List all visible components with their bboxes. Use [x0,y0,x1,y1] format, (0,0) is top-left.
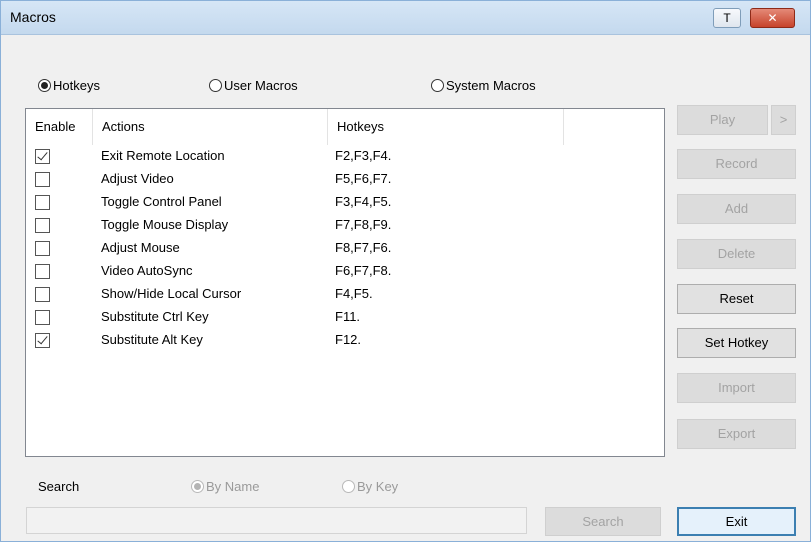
window-title: Macros [10,9,56,25]
export-button[interactable]: Export [677,419,796,449]
enable-checkbox[interactable] [35,287,50,302]
radio-system-macros-label: System Macros [446,78,536,93]
action-name: Exit Remote Location [101,148,225,163]
enable-checkbox[interactable] [35,195,50,210]
action-hotkey: F3,F4,F5. [335,194,392,209]
radio-by-name-indicator [191,480,204,493]
radio-by-name[interactable]: By Name [191,479,259,494]
column-header-enable[interactable]: Enable [26,109,93,145]
list-item[interactable]: Toggle Mouse Display F7,F8,F9. [26,215,664,238]
radio-user-macros[interactable]: User Macros [209,78,298,93]
radio-by-key-indicator [342,480,355,493]
action-hotkey: F11. [335,309,361,324]
import-button[interactable]: Import [677,373,796,403]
action-name: Adjust Mouse [101,240,180,255]
action-hotkey: F6,F7,F8. [335,263,392,278]
macro-list[interactable]: Enable Actions Hotkeys Exit Remote Locat… [25,108,665,457]
list-item[interactable]: Exit Remote Location F2,F3,F4. [26,146,664,169]
radio-system-macros[interactable]: System Macros [431,78,536,93]
play-options-button[interactable]: > [771,105,796,135]
action-hotkey: F5,F6,F7. [335,171,392,186]
action-hotkey: F8,F7,F6. [335,240,392,255]
list-item[interactable]: Show/Hide Local Cursor F4,F5. [26,284,664,307]
radio-system-macros-indicator [431,79,444,92]
list-item[interactable]: Video AutoSync F6,F7,F8. [26,261,664,284]
action-name: Substitute Ctrl Key [101,309,209,324]
delete-button[interactable]: Delete [677,239,796,269]
reset-button[interactable]: Reset [677,284,796,314]
enable-checkbox[interactable] [35,241,50,256]
column-header-actions[interactable]: Actions [93,109,328,145]
action-name: Toggle Control Panel [101,194,222,209]
enable-checkbox[interactable] [35,218,50,233]
record-button[interactable]: Record [677,149,796,179]
search-input[interactable] [26,507,527,534]
enable-checkbox[interactable] [35,149,50,164]
add-button[interactable]: Add [677,194,796,224]
action-hotkey: F12. [335,332,362,347]
list-item[interactable]: Substitute Alt Key F12. [26,330,664,353]
search-button[interactable]: Search [545,507,661,536]
macros-window: Macros T ✕ Hotkeys User Macros System Ma… [0,0,811,542]
list-item[interactable]: Substitute Ctrl Key F11. [26,307,664,330]
list-item[interactable]: Adjust Mouse F8,F7,F6. [26,238,664,261]
radio-hotkeys-indicator [38,79,51,92]
column-header-hotkeys[interactable]: Hotkeys [328,109,564,145]
action-name: Show/Hide Local Cursor [101,286,242,301]
radio-by-key-label: By Key [357,479,399,494]
radio-user-macros-indicator [209,79,222,92]
set-hotkey-button[interactable]: Set Hotkey [677,328,796,358]
action-name: Toggle Mouse Display [101,217,229,232]
list-item[interactable]: Adjust Video F5,F6,F7. [26,169,664,192]
search-label: Search [38,479,80,494]
pin-button[interactable]: T [713,8,741,28]
action-name: Substitute Alt Key [101,332,203,347]
enable-checkbox[interactable] [35,310,50,325]
radio-hotkeys-label: Hotkeys [53,78,100,93]
action-hotkey: F4,F5. [335,286,373,301]
radio-user-macros-label: User Macros [224,78,298,93]
radio-hotkeys[interactable]: Hotkeys [38,78,100,93]
action-hotkey: F2,F3,F4. [335,148,392,163]
action-hotkey: F7,F8,F9. [335,217,392,232]
close-button[interactable]: ✕ [750,8,795,28]
enable-checkbox[interactable] [35,264,50,279]
radio-by-key[interactable]: By Key [342,479,398,494]
exit-button[interactable]: Exit [677,507,796,536]
list-item[interactable]: Toggle Control Panel F3,F4,F5. [26,192,664,215]
play-button[interactable]: Play [677,105,768,135]
action-name: Video AutoSync [101,263,193,278]
enable-checkbox[interactable] [35,172,50,187]
title-bar: Macros T ✕ [1,1,810,35]
enable-checkbox[interactable] [35,333,50,348]
action-name: Adjust Video [101,171,174,186]
radio-by-name-label: By Name [206,479,260,494]
